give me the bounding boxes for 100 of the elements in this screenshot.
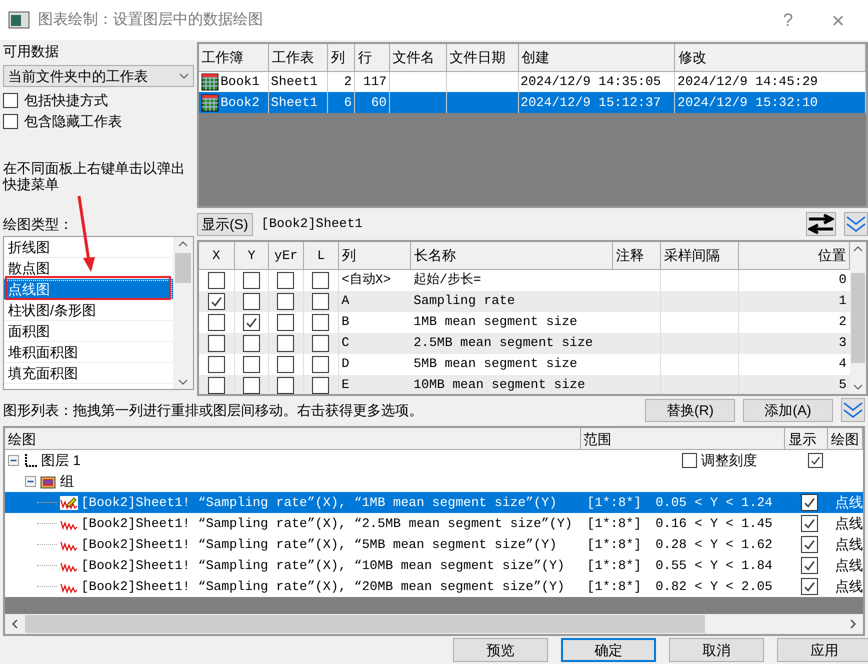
column-header[interactable]: 绘图 <box>5 428 581 449</box>
dialog-button[interactable]: 确定 <box>561 638 656 662</box>
checkbox[interactable] <box>808 453 823 468</box>
scrollbar-thumb[interactable] <box>851 273 865 363</box>
plot-list-hint: 图形列表：拖拽第一列进行重排或图层间移动。右击获得更多选项。 <box>3 400 424 420</box>
y-range-cell-text: 0.82 < Y < 2.05 <box>655 578 772 596</box>
checkbox[interactable] <box>277 314 294 330</box>
column-header[interactable]: 文件名 <box>389 44 446 71</box>
checkbox[interactable] <box>3 92 18 108</box>
y-range-cell-text: 0.16 < Y < 1.45 <box>655 514 772 533</box>
table-cell: 2024/12/9 14:45:29 <box>677 74 818 89</box>
checkbox[interactable] <box>801 515 818 532</box>
checkbox[interactable] <box>208 376 224 394</box>
column-header[interactable]: 修改 <box>674 44 866 71</box>
checkbox[interactable] <box>208 272 224 288</box>
checkbox[interactable] <box>312 292 329 310</box>
checkbox[interactable] <box>312 314 329 330</box>
checkbox[interactable] <box>277 334 294 352</box>
checkbox[interactable] <box>277 376 294 394</box>
plot-row[interactable]: [Book2]Sheet1! “Sampling rate”(X), “10MB mean segment size”(Y) [1*:8*] 0.55 < Y < 1.84 点线 <box>5 555 863 576</box>
column-header[interactable]: 显示 <box>785 428 828 449</box>
plot-type-item[interactable]: 柱状图/条形图 <box>4 300 172 321</box>
checkbox[interactable] <box>242 292 260 310</box>
checkbox[interactable] <box>277 292 294 310</box>
checkbox[interactable] <box>801 494 818 511</box>
column-header[interactable]: X <box>198 242 234 269</box>
checkbox[interactable] <box>242 272 260 288</box>
show-button[interactable]: 显示(S) <box>196 212 254 236</box>
column-header[interactable]: 工作表 <box>268 44 328 71</box>
close-button[interactable]: × <box>816 4 860 36</box>
column-header[interactable]: 位置 <box>738 242 850 269</box>
checkbox[interactable] <box>312 272 329 288</box>
scroll-down-icon[interactable] <box>853 384 863 390</box>
checkbox[interactable] <box>208 314 224 330</box>
checkbox[interactable] <box>277 356 294 372</box>
checkbox[interactable] <box>801 557 818 574</box>
scrollbar-thumb[interactable] <box>174 253 190 283</box>
column-header[interactable]: 文件日期 <box>446 44 518 71</box>
app-icon <box>8 11 30 29</box>
column-header[interactable]: Y <box>234 242 268 269</box>
source-dropdown[interactable]: 当前文件夹中的工作表 <box>3 65 194 87</box>
checkbox[interactable] <box>242 334 260 352</box>
checkbox[interactable] <box>801 536 818 553</box>
checkbox[interactable] <box>312 376 329 394</box>
plot-row[interactable]: [Book2]Sheet1! “Sampling rate”(X), “20MB mean segment size”(Y) [1*:8*] 0.82 < Y < 2.05 点线 <box>5 576 863 597</box>
section-label: 可用数据 <box>3 42 60 61</box>
column-header[interactable]: 工作簿 <box>198 44 268 71</box>
column-header[interactable]: 长名称 <box>410 242 612 269</box>
plot-type-item[interactable]: 堆积面积图 <box>4 342 172 363</box>
expand-button[interactable] <box>841 398 865 422</box>
column-header[interactable]: 创建 <box>518 44 675 71</box>
collapse-icon[interactable] <box>25 476 36 487</box>
horizontal-scrollbar[interactable] <box>5 614 863 634</box>
column-header[interactable]: L <box>304 242 338 269</box>
checkbox[interactable] <box>242 356 260 372</box>
vertical-scrollbar[interactable] <box>850 242 866 394</box>
table-cell-text: 10MB mean segment size <box>414 376 586 394</box>
dialog-button[interactable]: 应用 <box>777 638 868 662</box>
swap-button[interactable] <box>806 212 836 236</box>
plot-row[interactable]: [Book2]Sheet1! “Sampling rate”(X), “1MB mean segment size”(Y) [1*:8*] 0.05 < Y < 1.24 点线 <box>5 492 863 513</box>
checkbox[interactable] <box>242 376 260 394</box>
checkbox[interactable] <box>312 334 329 352</box>
action-button[interactable]: 添加(A) <box>743 398 833 422</box>
action-button[interactable]: 替换(R) <box>645 398 735 422</box>
expand-button[interactable] <box>844 212 868 236</box>
checkbox[interactable] <box>208 334 224 352</box>
worksheet-row[interactable]: Book1 Sheet1 2 117 2024/12/9 14:35:05 2024/12/9 14:45:29 <box>198 71 866 92</box>
checkbox[interactable] <box>801 578 818 595</box>
plot-type-item[interactable]: 填充面积图 <box>4 363 172 384</box>
table-cell-text: 2 <box>838 313 846 332</box>
dialog-button[interactable]: 取消 <box>669 638 764 662</box>
checkbox[interactable] <box>208 292 224 310</box>
checkbox[interactable] <box>242 314 260 330</box>
column-header[interactable]: yEr <box>268 242 304 269</box>
scroll-up-icon[interactable] <box>853 246 863 252</box>
scroll-up-icon[interactable] <box>178 241 188 247</box>
table-cell-text: Sampling rate <box>414 292 515 310</box>
help-button[interactable]: ? <box>768 6 808 34</box>
column-header[interactable]: 行 <box>354 44 390 71</box>
collapse-icon[interactable] <box>8 455 19 466</box>
column-header[interactable]: 注释 <box>612 242 660 269</box>
checkbox[interactable] <box>208 356 224 372</box>
worksheet-row[interactable]: Book2 Sheet1 6 60 2024/12/9 15:12:37 2024/12/9 15:32:10 <box>198 92 866 113</box>
dialog-button[interactable]: 预览 <box>453 638 548 662</box>
checkbox[interactable] <box>312 356 329 372</box>
column-header[interactable]: 列 <box>338 242 410 269</box>
column-header[interactable]: 绘图 <box>828 428 863 449</box>
checkbox[interactable] <box>3 114 18 128</box>
scrollbar-thumb[interactable] <box>25 615 705 633</box>
checkbox[interactable] <box>277 272 294 288</box>
checkbox[interactable] <box>682 453 697 468</box>
scroll-down-icon[interactable] <box>178 379 188 385</box>
column-header[interactable]: 范围 <box>580 428 786 449</box>
column-header[interactable]: 列 <box>327 44 354 71</box>
plot-type-cell-text: 点线 <box>834 556 863 575</box>
vertical-scrollbar[interactable] <box>172 237 192 389</box>
plot-type-item[interactable]: 面积图 <box>4 321 172 342</box>
plot-row[interactable]: [Book2]Sheet1! “Sampling rate”(X), “2.5MB mean segment size”(Y) [1*:8*] 0.16 < Y < 1.45 点线 <box>5 513 863 534</box>
plot-row[interactable]: [Book2]Sheet1! “Sampling rate”(X), “5MB mean segment size”(Y) [1*:8*] 0.28 < Y < 1.62 点线 <box>5 534 863 555</box>
column-header[interactable]: 采样间隔 <box>660 242 738 269</box>
